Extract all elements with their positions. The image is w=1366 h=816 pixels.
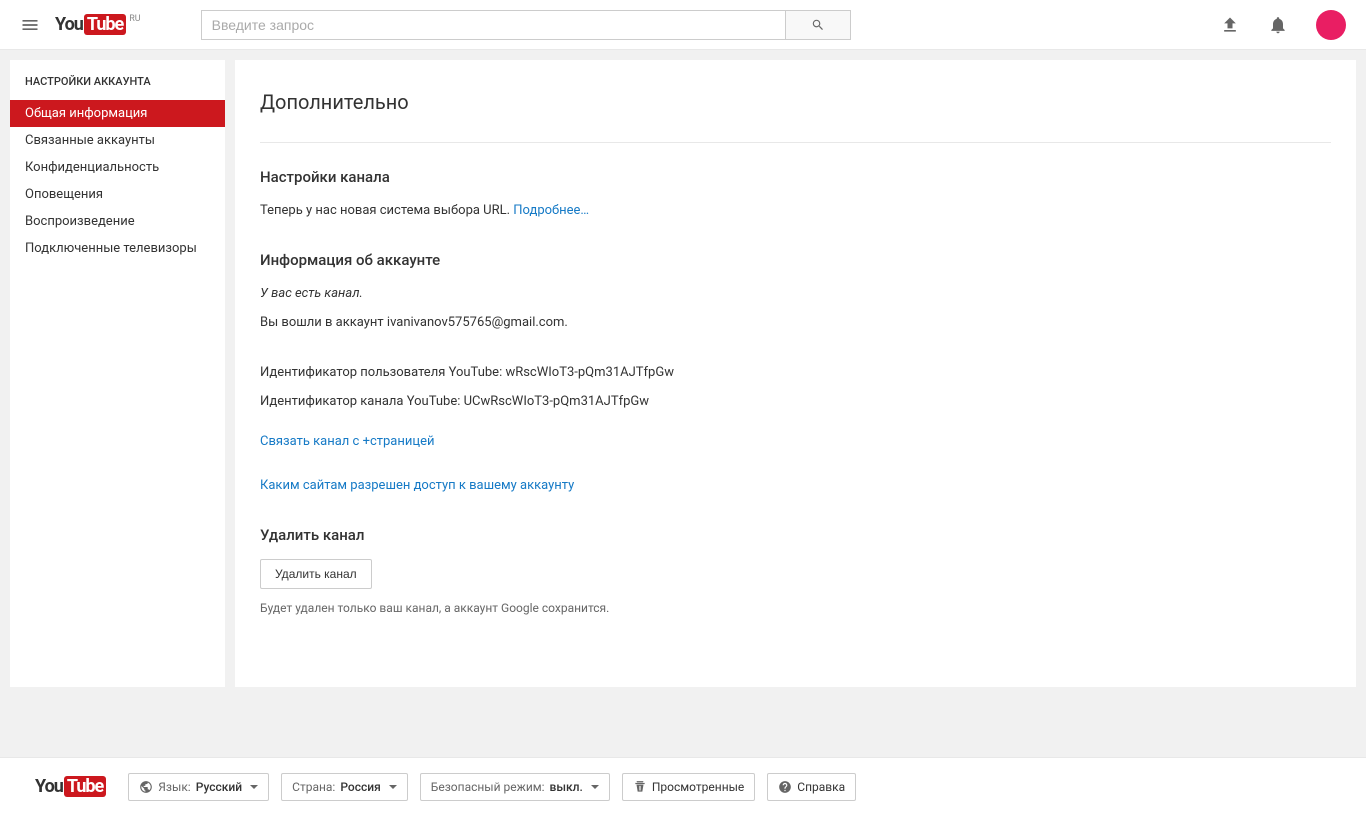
sidebar-item-0[interactable]: Общая информация [10,100,225,127]
footer: You Tube Язык: Русский Страна: Россия Бе… [0,757,1366,816]
sidebar-item-2[interactable]: Конфиденциальность [10,154,225,181]
logo-text-tube: Tube [84,14,126,35]
history-icon [633,780,647,794]
history-label: Просмотренные [652,780,744,794]
language-value: Русский [196,780,242,794]
chevron-down-icon [591,785,599,789]
notifications-bell-icon[interactable] [1268,15,1288,35]
link-plus-page-link[interactable]: Связать канал с +страницей [260,434,434,449]
main-content: Дополнительно Настройки канала Теперь у … [235,60,1356,687]
search-input[interactable] [201,10,786,40]
sidebar-item-4[interactable]: Воспроизведение [10,208,225,235]
safemode-value: выкл. [550,780,583,794]
sidebar-item-3[interactable]: Оповещения [10,181,225,208]
delete-channel-heading: Удалить канал [260,526,1331,544]
help-button[interactable]: Справка [767,773,856,801]
sidebar-item-5[interactable]: Подключенные телевизоры [10,235,225,262]
channel-id-text: Идентификатор канала YouTube: UCwRscWIoT… [260,392,1331,412]
sites-access-link[interactable]: Каким сайтам разрешен доступ к вашему ак… [260,478,574,493]
has-channel-text: У вас есть канал. [260,284,1331,304]
search-icon [811,18,825,32]
learn-more-link[interactable]: Подробнее… [513,203,589,218]
footer-logo-tube: Tube [64,776,106,797]
youtube-logo[interactable]: You Tube RU [55,14,141,35]
country-value: Россия [340,780,380,794]
channel-settings-text: Теперь у нас новая система выбора URL. П… [260,201,1331,221]
hamburger-menu-icon[interactable] [20,15,40,35]
channel-settings-desc: Теперь у нас новая система выбора URL. [260,203,513,218]
safemode-selector[interactable]: Безопасный режим: выкл. [420,773,610,801]
chevron-down-icon [389,785,397,789]
delete-channel-note: Будет удален только ваш канал, а аккаунт… [260,599,1331,617]
footer-logo-you: You [35,776,63,797]
language-icon [139,780,153,794]
divider [260,142,1331,143]
sidebar-item-1[interactable]: Связанные аккаунты [10,127,225,154]
country-label: Страна: [292,780,335,794]
channel-settings-heading: Настройки канала [260,168,1331,186]
chevron-down-icon [250,785,258,789]
user-id-text: Идентификатор пользователя YouTube: wRsc… [260,363,1331,383]
delete-channel-section: Удалить канал Удалить канал Будет удален… [260,526,1331,617]
app-header: You Tube RU [0,0,1366,50]
account-info-section: Информация об аккаунте У вас есть канал.… [260,251,1331,496]
signed-in-text: Вы вошли в аккаунт ivanivanov575765@gmai… [260,313,1331,333]
header-right [1220,10,1346,40]
delete-channel-button[interactable]: Удалить канал [260,559,372,589]
safemode-label: Безопасный режим: [431,780,545,794]
history-button[interactable]: Просмотренные [622,773,755,801]
search-button[interactable] [786,10,851,40]
help-label: Справка [797,780,845,794]
main-container: НАСТРОЙКИ АККАУНТА Общая информацияСвяза… [0,50,1366,697]
page-title: Дополнительно [260,90,1331,114]
language-label: Язык: [158,780,190,794]
upload-icon[interactable] [1220,15,1240,35]
country-selector[interactable]: Страна: Россия [281,773,408,801]
sidebar-title: НАСТРОЙКИ АККАУНТА [10,60,225,100]
logo-region: RU [129,14,140,24]
sidebar: НАСТРОЙКИ АККАУНТА Общая информацияСвяза… [10,60,225,687]
search-container [201,10,851,40]
help-icon [778,780,792,794]
channel-settings-section: Настройки канала Теперь у нас новая сист… [260,168,1331,221]
logo-text-you: You [55,14,83,35]
footer-logo[interactable]: You Tube [35,776,106,797]
account-info-heading: Информация об аккаунте [260,251,1331,269]
avatar[interactable] [1316,10,1346,40]
language-selector[interactable]: Язык: Русский [128,773,269,801]
